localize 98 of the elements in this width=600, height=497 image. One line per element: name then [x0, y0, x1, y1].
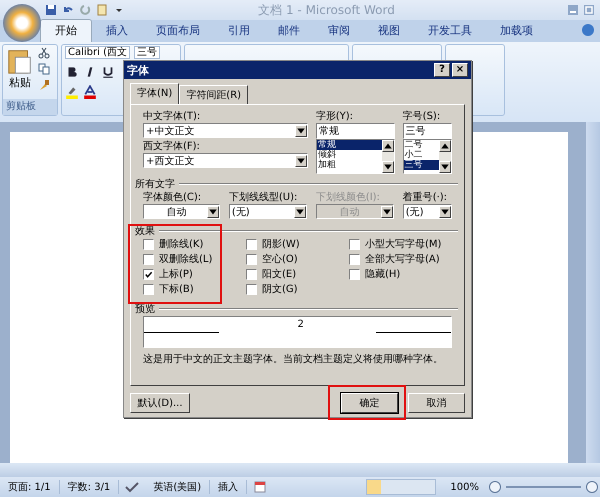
dialog-title: 字体 [127, 62, 150, 78]
dropdown[interactable]: (无) [402, 204, 452, 219]
checkbox-label: 空心(O) [262, 252, 298, 266]
preview-text: 2 [298, 319, 304, 330]
office-button[interactable] [3, 4, 41, 42]
checkbox-label: 双删除线(L) [159, 252, 212, 266]
proofing-icon[interactable] [125, 481, 140, 493]
field-label: 西文字体(F): [143, 141, 201, 153]
checkbox-label: 小型大写字母(M) [365, 238, 442, 251]
macro-icon[interactable] [253, 481, 268, 493]
list-item[interactable]: 小二 [404, 150, 439, 160]
paste-label[interactable]: 粘贴 [9, 75, 31, 90]
checkbox-label: 阴文(G) [262, 282, 298, 296]
help-button[interactable]: ? [434, 63, 450, 77]
section-heading: 效果 [135, 225, 155, 238]
scroll-up-icon[interactable] [382, 140, 394, 152]
checkbox[interactable] [349, 254, 360, 264]
underline-icon[interactable] [101, 65, 115, 79]
checkbox-label: 上标(P) [159, 268, 193, 281]
text-field[interactable]: 常规 [316, 123, 395, 139]
page-count[interactable]: 页面: 1/1 [0, 480, 60, 494]
horizontal-scrollbar[interactable] [0, 463, 600, 477]
dialog-tab[interactable]: 字符间距(R) [179, 85, 248, 104]
field-label: 字形(Y): [316, 111, 354, 123]
dropdown[interactable]: (无) [228, 204, 307, 219]
zoom-in-button[interactable] [586, 481, 598, 493]
copy-icon[interactable] [38, 63, 50, 75]
help-icon[interactable] [582, 24, 594, 36]
ribbon-tab[interactable]: 页面布局 [142, 20, 214, 42]
description-text: 这是用于中文的正文主题字体。当前文档主题定义将使用哪种字体。 [143, 352, 444, 366]
ribbon-tab[interactable]: 邮件 [264, 20, 314, 42]
group-label: 剪贴板 [3, 99, 57, 115]
cancel-button[interactable]: 取消 [408, 393, 465, 413]
checkbox[interactable] [143, 254, 154, 264]
list-item[interactable]: 倾斜 [316, 150, 382, 160]
ribbon-tab[interactable]: 插入 [92, 20, 142, 42]
vertical-scrollbar[interactable] [586, 122, 600, 463]
field-label: 着重号(·): [402, 192, 448, 204]
list-item[interactable]: 三号 [404, 160, 439, 170]
section-heading: 所有文字 [135, 178, 175, 191]
font-name-field[interactable]: Calibri (西文 [65, 46, 130, 59]
dropdown[interactable]: +西文正文 [143, 153, 308, 168]
language-status[interactable]: 英语(美国) [145, 480, 210, 494]
font-color-icon[interactable] [83, 85, 97, 99]
list-item[interactable]: 常规 [316, 140, 382, 150]
font-size-field[interactable]: 三号 [134, 46, 160, 59]
checkbox[interactable] [349, 268, 360, 280]
checkbox-label: 阳文(E) [262, 268, 296, 281]
zoom-out-button[interactable] [489, 481, 501, 493]
dropdown[interactable]: 自动 [143, 204, 220, 219]
dropdown[interactable]: +中文正文 [143, 123, 308, 138]
zoom-level[interactable]: 100% [442, 482, 487, 492]
highlighter-icon[interactable] [65, 85, 79, 99]
field-label: 下划线颜色(I): [316, 192, 381, 204]
ribbon-tab[interactable]: 开发工具 [414, 20, 486, 42]
checkbox[interactable] [349, 238, 360, 250]
scroll-up-icon[interactable] [439, 140, 451, 152]
maximize-icon[interactable] [584, 5, 594, 15]
checkbox[interactable] [246, 268, 257, 280]
ribbon-tab[interactable]: 审阅 [314, 20, 364, 42]
checkbox[interactable] [143, 238, 154, 250]
section-heading: 预览 [135, 303, 155, 316]
checkbox[interactable] [246, 284, 257, 294]
field-label: 下划线线型(U): [228, 192, 298, 204]
checkbox-label: 隐藏(H) [365, 268, 400, 281]
default-button[interactable]: 默认(D)... [130, 393, 190, 413]
ribbon-tab[interactable]: 开始 [40, 19, 92, 42]
document-icon[interactable] [96, 4, 108, 16]
scissors-icon[interactable] [38, 47, 50, 59]
save-icon[interactable] [45, 4, 57, 16]
scroll-down-icon[interactable] [439, 161, 451, 173]
minimize-icon[interactable] [568, 5, 578, 15]
checkbox-label: 阴影(W) [262, 238, 300, 251]
dialog-tab[interactable]: 字体(N) [130, 83, 180, 104]
close-button[interactable]: × [452, 63, 468, 77]
field-label: 中文字体(T): [143, 111, 202, 123]
checkbox-label: 删除线(K) [159, 238, 204, 251]
word-count[interactable]: 字数: 3/1 [60, 480, 120, 494]
list-item[interactable]: 加粗 [316, 160, 382, 170]
checkbox-label: 下标(B) [159, 282, 194, 296]
ribbon-tab[interactable]: 加载项 [486, 20, 547, 42]
field-label: 字号(S): [402, 111, 442, 123]
ribbon-tab[interactable]: 视图 [364, 20, 414, 42]
dropdown: 自动 [316, 204, 394, 219]
window-title: 文档 1 - Microsoft Word [257, 2, 396, 18]
ok-button[interactable]: 确定 [341, 393, 398, 413]
list-item[interactable]: 二号 [404, 140, 439, 150]
checkbox[interactable] [143, 268, 154, 280]
checkbox[interactable] [143, 284, 154, 294]
scroll-down-icon[interactable] [382, 161, 394, 173]
insert-mode[interactable]: 插入 [210, 480, 248, 494]
text-field[interactable]: 三号 [402, 123, 452, 139]
checkbox[interactable] [246, 238, 257, 250]
brush-icon[interactable] [38, 79, 50, 91]
ribbon-tab[interactable]: 引用 [214, 20, 264, 42]
checkbox[interactable] [246, 254, 257, 264]
field-label: 字体颜色(C): [143, 192, 202, 204]
checkbox-label: 全部大写字母(A) [365, 252, 440, 266]
